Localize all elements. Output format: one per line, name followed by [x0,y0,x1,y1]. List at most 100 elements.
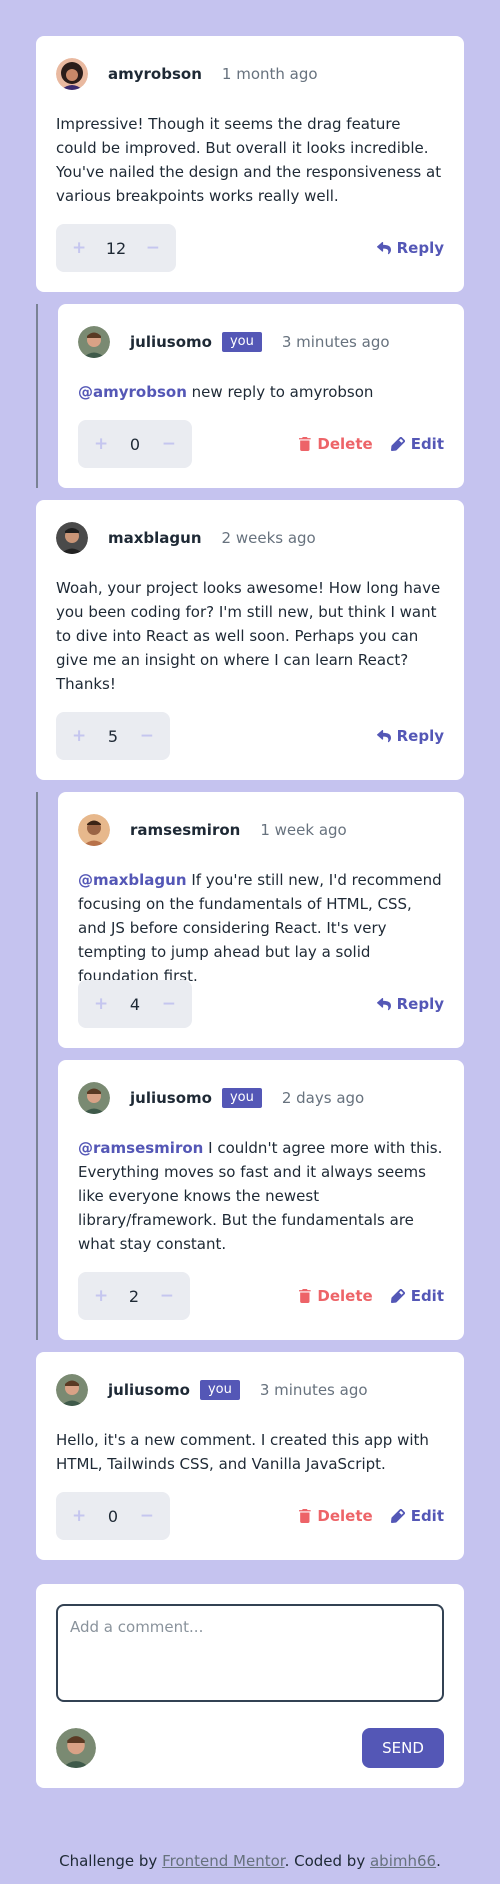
reply-button[interactable]: Reply [377,727,444,745]
username[interactable]: amyrobson [108,65,202,83]
edit-icon [391,437,405,451]
downvote-button[interactable]: − [162,434,176,454]
timestamp: 2 weeks ago [221,529,316,547]
username[interactable]: juliusomo [130,333,212,351]
comment-text: Woah, your project looks awesome! How lo… [56,579,441,693]
reply-label: Reply [396,995,444,1013]
edit-button[interactable]: Edit [391,1507,444,1525]
frontend-mentor-link[interactable]: Frontend Mentor [162,1852,285,1870]
you-badge: you [221,332,262,352]
author-link[interactable]: abimh66 [370,1852,436,1870]
comment-card: maxblagun 2 weeks ago Woah, your project… [36,500,464,780]
downvote-button[interactable]: − [140,1506,154,1526]
score: 0 [129,434,141,454]
reply-icon [377,998,391,1011]
comment-card: juliusomo you 3 minutes ago @amyrobson n… [58,304,464,488]
delete-button[interactable]: Delete [299,1507,373,1525]
reply-button[interactable]: Reply [377,995,444,1013]
comment-header: juliusomo you 3 minutes ago [78,322,444,362]
thread-line [36,792,38,1340]
delete-label: Delete [317,435,373,453]
avatar [56,1728,96,1768]
edit-button[interactable]: Edit [391,435,444,453]
comment-header: ramsesmiron 1 week ago [78,810,444,850]
score: 2 [128,1286,140,1306]
delete-button[interactable]: Delete [299,435,373,453]
attribution-footer: Challenge by Frontend Mentor. Coded by a… [0,1852,500,1870]
comment-input[interactable] [56,1604,444,1702]
downvote-button[interactable]: − [160,1286,174,1306]
reply-icon [377,730,391,743]
send-button[interactable]: SEND [362,1728,444,1768]
avatar [78,814,110,846]
avatar [56,522,88,554]
comment-card: ramsesmiron 1 week ago @maxblagun If you… [58,792,464,1048]
mention[interactable]: @ramsesmiron [78,1139,203,1157]
edit-label: Edit [410,435,444,453]
you-badge: you [199,1380,240,1400]
comment-header: amyrobson 1 month ago [56,54,444,94]
reply-icon [377,242,391,255]
comment-text: @ramsesmiron I couldn't agree more with … [78,1136,444,1256]
username[interactable]: ramsesmiron [130,821,240,839]
timestamp: 1 month ago [221,65,318,83]
upvote-button[interactable]: + [72,1506,86,1526]
vote-control: + 0 − [78,420,192,468]
add-comment-form: SEND [36,1584,464,1788]
avatar [78,1082,110,1114]
edit-label: Edit [410,1507,444,1525]
comment-text: Hello, it's a new comment. I created thi… [56,1431,429,1473]
reply-button[interactable]: Reply [377,239,444,257]
you-badge: you [221,1088,262,1108]
score: 12 [105,238,127,258]
comment-card: juliusomo you 3 minutes ago Hello, it's … [36,1352,464,1560]
reply-label: Reply [396,727,444,745]
score: 0 [107,1506,119,1526]
delete-button[interactable]: Delete [299,1287,373,1305]
downvote-button[interactable]: − [162,994,176,1014]
comment-card: amyrobson 1 month ago Impressive! Though… [36,36,464,292]
mention[interactable]: @amyrobson [78,383,187,401]
comment-header: juliusomo you 3 minutes ago [56,1370,444,1410]
username[interactable]: maxblagun [108,529,202,547]
score: 5 [107,726,119,746]
score: 4 [129,994,141,1014]
vote-control: + 2 − [78,1272,190,1320]
username[interactable]: juliusomo [130,1089,212,1107]
upvote-button[interactable]: + [94,1286,108,1306]
delete-icon [299,1509,311,1523]
mention[interactable]: @maxblagun [78,871,187,889]
comment-text-content: new reply to amyrobson [191,383,374,401]
upvote-button[interactable]: + [94,994,108,1014]
vote-control: + 12 − [56,224,176,272]
delete-label: Delete [317,1287,373,1305]
timestamp: 1 week ago [260,821,347,839]
delete-icon [299,437,311,451]
vote-control: + 5 − [56,712,170,760]
downvote-button[interactable]: − [146,238,160,258]
comment-header: juliusomo you 2 days ago [78,1078,444,1118]
upvote-button[interactable]: + [72,238,86,258]
avatar [56,58,88,90]
upvote-button[interactable]: + [72,726,86,746]
downvote-button[interactable]: − [140,726,154,746]
timestamp: 3 minutes ago [259,1381,368,1399]
thread-line [36,304,38,488]
reply-label: Reply [396,239,444,257]
delete-label: Delete [317,1507,373,1525]
username[interactable]: juliusomo [108,1381,190,1399]
timestamp: 3 minutes ago [281,333,390,351]
edit-icon [391,1509,405,1523]
comment-header: maxblagun 2 weeks ago [56,518,444,558]
avatar [56,1374,88,1406]
vote-control: + 4 − [78,980,192,1028]
edit-icon [391,1289,405,1303]
footer-suffix: . [436,1852,441,1870]
comment-text: @amyrobson new reply to amyrobson [78,380,444,404]
comment-text: @maxblagun If you're still new, I'd reco… [78,868,444,988]
edit-button[interactable]: Edit [391,1287,444,1305]
avatar [78,326,110,358]
vote-control: + 0 − [56,1492,170,1540]
comment-card: juliusomo you 2 days ago @ramsesmiron I … [58,1060,464,1340]
upvote-button[interactable]: + [94,434,108,454]
